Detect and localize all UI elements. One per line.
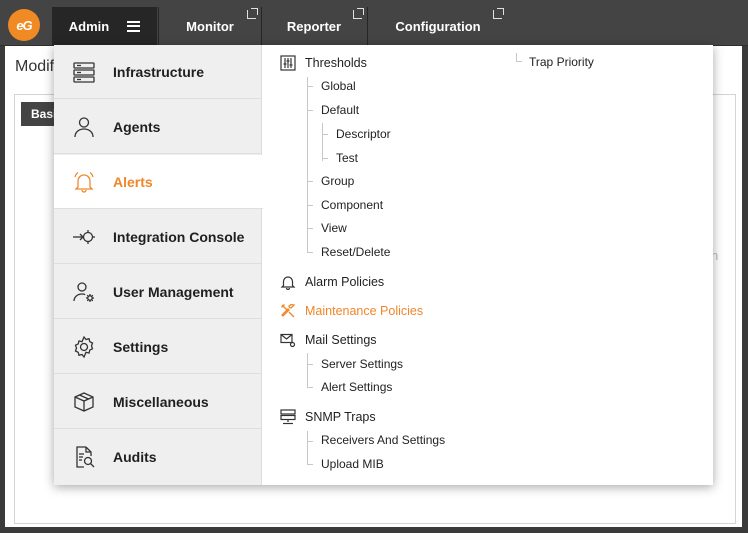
- nav-admin-label: Admin: [68, 18, 110, 34]
- bell-icon: [71, 169, 97, 195]
- menu-link-reset-delete[interactable]: Reset/Delete: [321, 243, 390, 261]
- admin-mega-menu: Infrastructure Agents Alerts Integration…: [54, 45, 713, 485]
- tree-line: [307, 77, 308, 252]
- tree-tick: [307, 252, 313, 253]
- external-link-icon: [493, 8, 504, 19]
- tree-line: [322, 123, 323, 161]
- menu-link-trap-priority[interactable]: Trap Priority: [529, 53, 594, 71]
- menu-item-label: Settings: [113, 338, 169, 355]
- menu-item-label: Audits: [113, 449, 157, 465]
- menu-item-label: Infrastructure: [113, 63, 205, 80]
- menu-link-server-settings[interactable]: Server Settings: [321, 355, 403, 373]
- nav-configuration[interactable]: Configuration: [370, 7, 506, 45]
- tree-line: [307, 353, 308, 388]
- admin-menu-categories: Infrastructure Agents Alerts Integration…: [54, 45, 263, 485]
- menu-item-label: Alerts: [113, 173, 153, 190]
- user-gear-icon: [71, 279, 97, 305]
- tree-tick: [307, 464, 313, 465]
- nav-monitor-label: Monitor: [186, 18, 234, 34]
- nav-configuration-label: Configuration: [395, 18, 481, 34]
- menu-link-upload-mib[interactable]: Upload MIB: [321, 455, 384, 473]
- menu-link-view[interactable]: View: [321, 219, 347, 237]
- menu-link-label: Mail Settings: [305, 333, 377, 347]
- menu-link-receivers-and-settings[interactable]: Receivers And Settings: [321, 431, 445, 449]
- menu-link-snmp-traps[interactable]: SNMP Traps: [280, 407, 376, 427]
- external-link-icon: [353, 8, 364, 19]
- nav-divider: [367, 7, 368, 45]
- menu-link-alarm-policies[interactable]: Alarm Policies: [280, 272, 384, 292]
- audit-icon: [71, 444, 97, 470]
- menu-item-user-management[interactable]: User Management: [54, 265, 262, 319]
- box-icon: [71, 389, 97, 415]
- menu-link-global[interactable]: Global: [321, 77, 356, 95]
- tree-tick: [307, 110, 313, 111]
- top-nav-bar: eG Admin Monitor Reporter Configuration: [0, 0, 748, 46]
- tree-line: [307, 431, 308, 465]
- nav-admin[interactable]: Admin: [52, 7, 157, 45]
- menu-item-audits[interactable]: Audits: [54, 430, 262, 484]
- integration-icon: [71, 224, 97, 250]
- menu-link-alert-settings[interactable]: Alert Settings: [321, 378, 392, 396]
- menu-item-label: Integration Console: [113, 228, 245, 245]
- menu-link-default[interactable]: Default: [321, 101, 359, 119]
- tree-tick: [307, 228, 313, 229]
- tree-tick: [322, 158, 328, 159]
- hamburger-menu-icon[interactable]: [127, 20, 141, 32]
- menu-link-group[interactable]: Group: [321, 172, 354, 190]
- bell-icon: [280, 276, 296, 290]
- tree-tick: [322, 134, 328, 135]
- menu-link-label: Thresholds: [305, 56, 367, 70]
- menu-link-thresholds[interactable]: Thresholds: [280, 53, 367, 73]
- tree-tick: [307, 205, 313, 206]
- eg-logo[interactable]: eG: [8, 9, 40, 41]
- tree-tick: [307, 86, 313, 87]
- sliders-icon: [280, 55, 296, 71]
- nav-monitor[interactable]: Monitor: [160, 7, 260, 45]
- menu-link-component[interactable]: Component: [321, 196, 383, 214]
- menu-item-miscellaneous[interactable]: Miscellaneous: [54, 375, 262, 429]
- menu-item-alerts[interactable]: Alerts: [54, 155, 263, 209]
- tree-tick: [307, 181, 313, 182]
- menu-link-mail-settings[interactable]: Mail Settings: [280, 330, 377, 350]
- menu-item-infrastructure[interactable]: Infrastructure: [54, 45, 262, 99]
- user-icon: [71, 114, 97, 140]
- mail-gear-icon: [280, 333, 296, 348]
- nav-reporter-label: Reporter: [286, 18, 342, 34]
- menu-link-test[interactable]: Test: [336, 149, 358, 167]
- menu-link-descriptor[interactable]: Descriptor: [336, 125, 391, 143]
- tree-tick: [307, 387, 313, 388]
- menu-item-agents[interactable]: Agents: [54, 100, 262, 154]
- page-title: Modif: [15, 58, 55, 75]
- external-link-icon: [247, 8, 258, 19]
- alerts-submenu: Thresholds Global Default Descriptor Tes…: [263, 45, 713, 485]
- tools-icon: [281, 303, 296, 318]
- menu-link-maintenance-policies[interactable]: Maintenance Policies: [280, 301, 423, 321]
- nav-divider: [158, 7, 159, 45]
- menu-item-integration-console[interactable]: Integration Console: [54, 210, 262, 264]
- menu-item-label: User Management: [113, 283, 234, 300]
- menu-link-label: Alarm Policies: [305, 275, 385, 289]
- tree-line: [516, 53, 517, 61]
- nav-reporter[interactable]: Reporter: [262, 7, 366, 45]
- gear-icon: [71, 334, 97, 360]
- menu-item-settings[interactable]: Settings: [54, 320, 262, 374]
- menu-item-label: Agents: [113, 118, 161, 135]
- tree-tick: [516, 61, 522, 62]
- menu-item-label: Miscellaneous: [113, 393, 209, 410]
- menu-link-label: Maintenance Policies: [305, 304, 424, 318]
- menu-link-label: SNMP Traps: [305, 410, 376, 424]
- server-icon: [71, 59, 97, 85]
- tree-tick: [307, 364, 313, 365]
- logo-text: eG: [16, 17, 32, 33]
- tree-tick: [307, 441, 313, 442]
- network-server-icon: [280, 409, 296, 425]
